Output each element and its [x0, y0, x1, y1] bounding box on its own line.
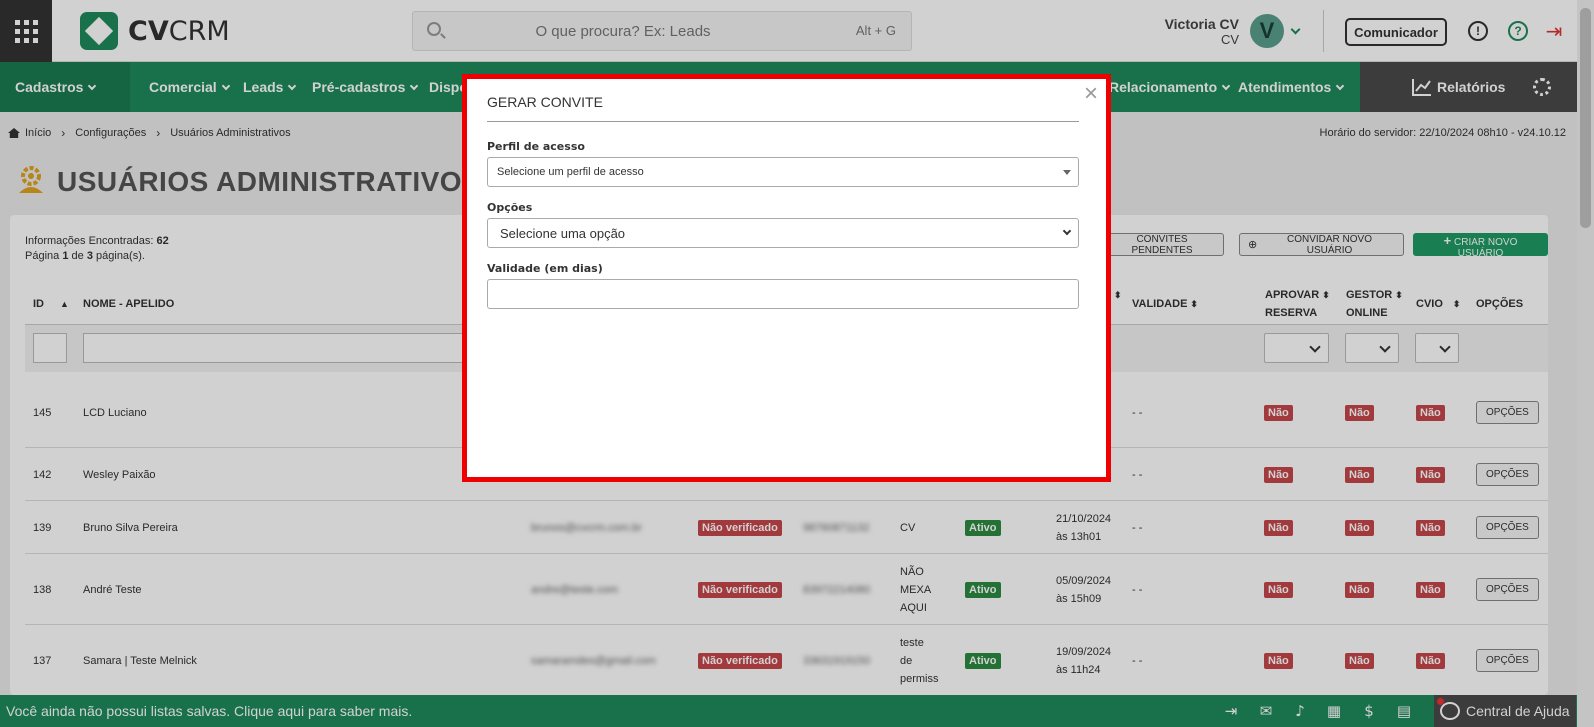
divider — [487, 121, 1079, 122]
chevron-down-icon — [1062, 226, 1072, 236]
modal-title: GERAR CONVITE — [487, 94, 603, 110]
validade-input[interactable] — [487, 279, 1079, 309]
opcoes-select[interactable]: Selecione uma opção — [487, 218, 1079, 248]
validade-label: Validade (em dias) — [487, 262, 603, 275]
generate-invite-modal: GERAR CONVITE × Perfil de acesso Selecio… — [462, 74, 1111, 482]
perfil-select[interactable]: Selecione um perfil de acesso — [487, 157, 1079, 187]
caret-down-icon — [1063, 170, 1071, 175]
close-icon[interactable]: × — [1084, 82, 1098, 106]
opcoes-label: Opções — [487, 201, 533, 214]
perfil-label: Perfil de acesso — [487, 140, 585, 153]
